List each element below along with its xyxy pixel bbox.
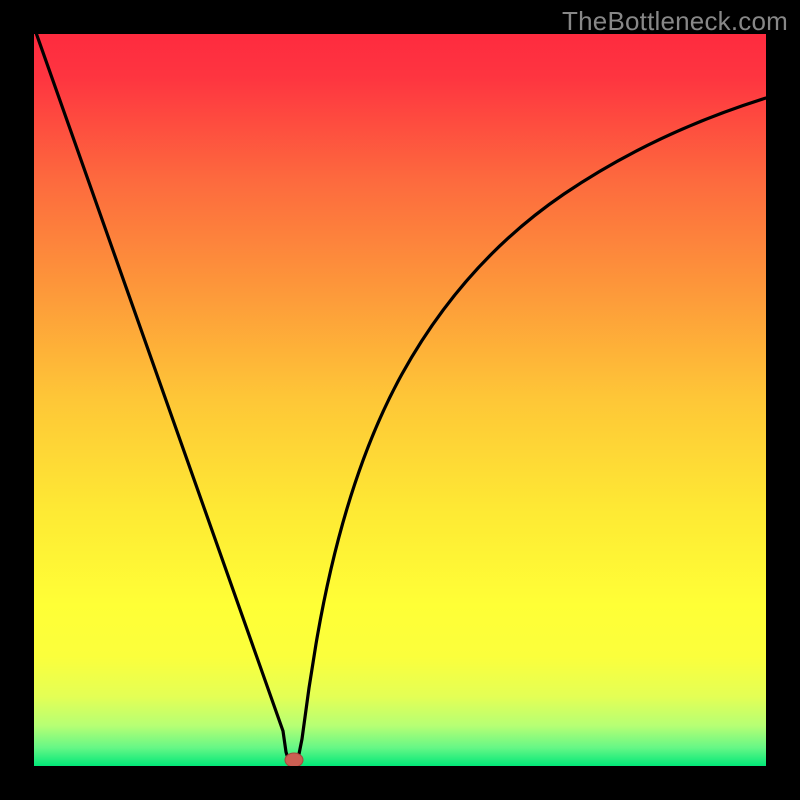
minimum-marker bbox=[285, 753, 303, 766]
plot-area bbox=[34, 34, 766, 766]
watermark-text: TheBottleneck.com bbox=[562, 6, 788, 37]
chart-frame: TheBottleneck.com bbox=[0, 0, 800, 800]
gradient-background bbox=[34, 34, 766, 766]
plot-svg bbox=[34, 34, 766, 766]
